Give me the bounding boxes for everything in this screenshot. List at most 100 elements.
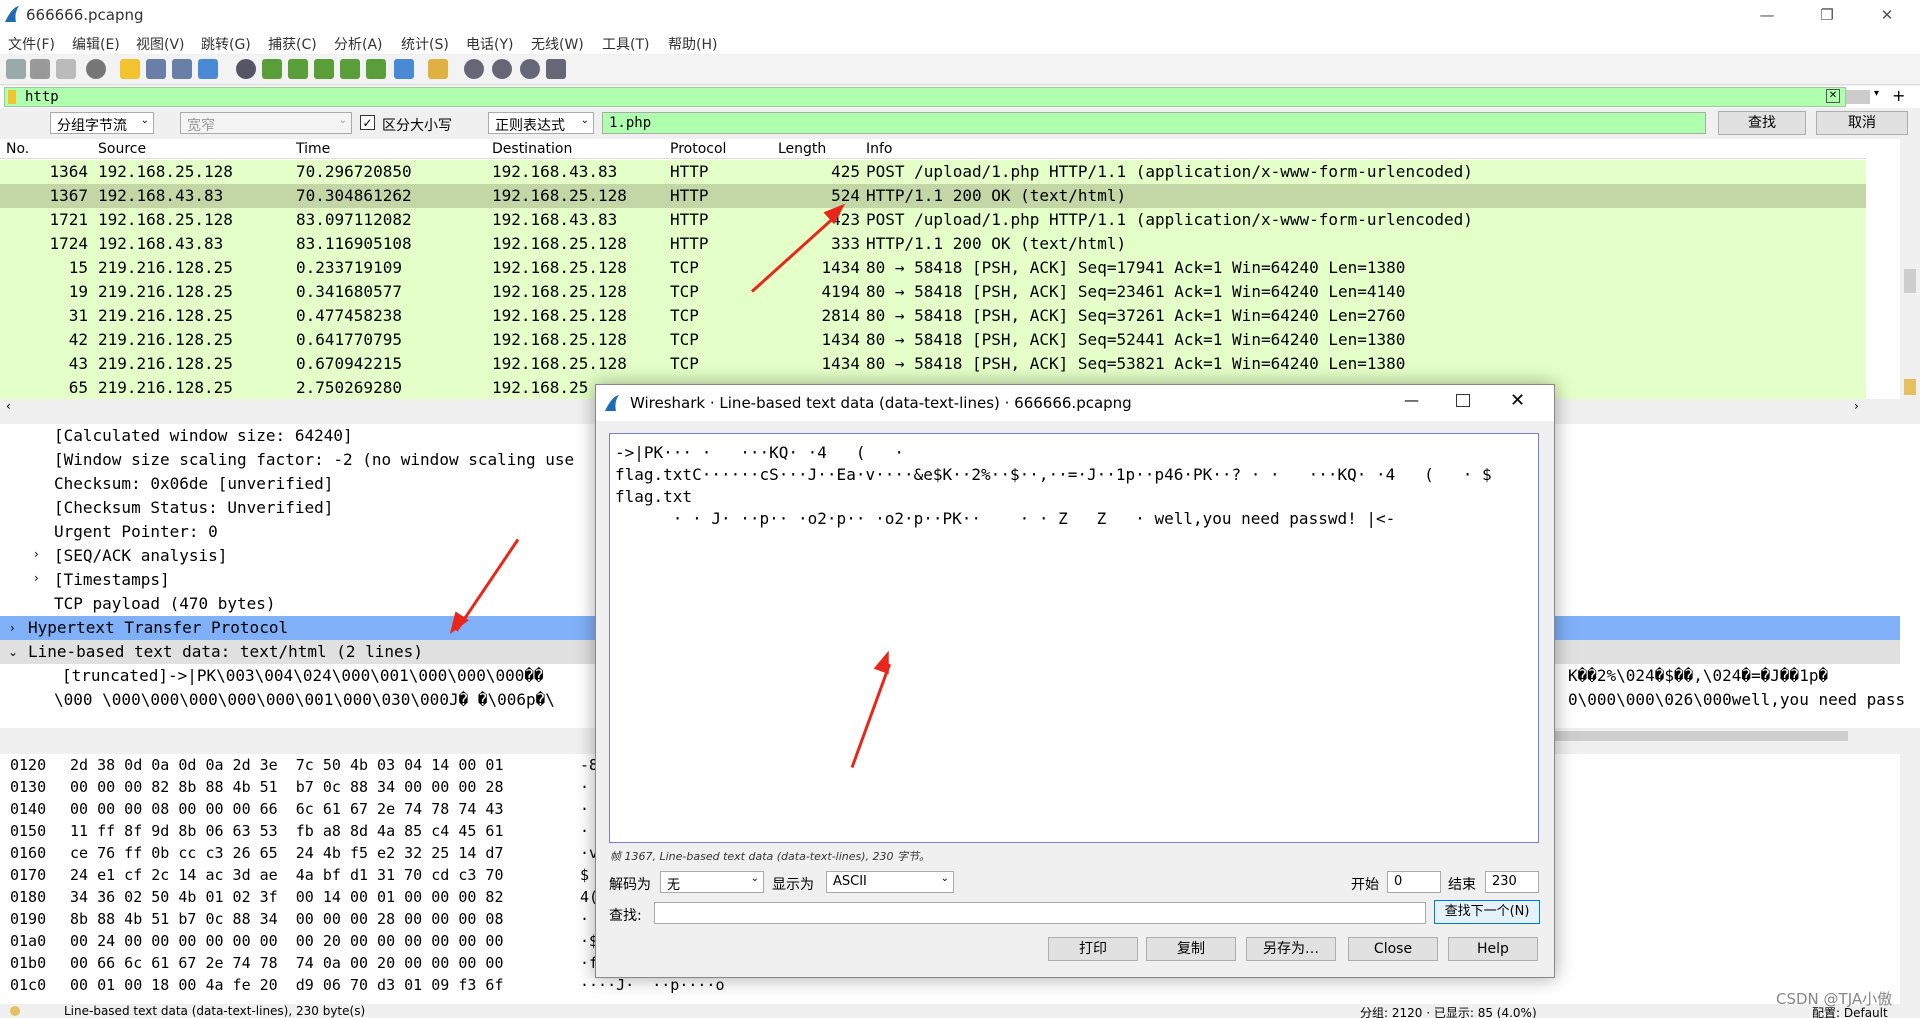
- find-input[interactable]: 1.php: [602, 112, 1706, 134]
- cancel-button[interactable]: 取消: [1816, 111, 1908, 135]
- menu-tools[interactable]: 工具(T): [602, 34, 649, 54]
- col-source[interactable]: Source: [98, 141, 146, 157]
- dialog-close-text-button[interactable]: Close: [1348, 937, 1438, 961]
- filter-dropdown-icon[interactable]: ▾: [1874, 88, 1879, 99]
- bytes-hex[interactable]: 2d 38 0d 0a 0d 0a 2d 3e 7c 50 4b 03 04 1…: [70, 756, 503, 774]
- bytes-hex[interactable]: 00 00 00 08 00 00 00 66 6c 61 67 2e 74 7…: [70, 800, 503, 818]
- packet-list-vscroll[interactable]: [1900, 139, 1920, 399]
- details-line[interactable]: [Calculated window size: 64240]: [54, 424, 353, 448]
- bookmark-icon[interactable]: [8, 90, 16, 104]
- colorize-icon[interactable]: [428, 59, 448, 79]
- packet-row[interactable]: 15 219.216.128.25 0.233719109 192.168.25.12…: [0, 256, 1866, 280]
- details-line[interactable]: Checksum: 0x06de [unverified]: [54, 472, 333, 496]
- packet-row[interactable]: 19 219.216.128.25 0.341680577 192.168.25.12…: [0, 280, 1866, 304]
- maximize-button[interactable]: ❐: [1804, 3, 1850, 27]
- expand-chevron-icon[interactable]: ›: [34, 547, 39, 561]
- bytes-asc[interactable]: $: [580, 866, 589, 884]
- find-next-button[interactable]: 查找下一个(N): [1434, 900, 1540, 924]
- col-destination[interactable]: Destination: [492, 141, 572, 157]
- stop-capture-icon[interactable]: [30, 59, 50, 79]
- resize-columns-icon[interactable]: [546, 59, 566, 79]
- add-filter-button[interactable]: +: [1892, 86, 1905, 105]
- details-line[interactable]: [SEQ/ACK analysis]: [54, 544, 227, 568]
- case-checkbox[interactable]: ✓: [360, 115, 375, 130]
- end-spinbox[interactable]: 230: [1485, 871, 1539, 893]
- bytes-asc[interactable]: ·: [580, 910, 589, 928]
- bytes-vscroll[interactable]: [1900, 754, 1920, 1004]
- packet-row[interactable]: 1367 192.168.43.83 70.304861262 192.168.25.…: [0, 184, 1866, 208]
- bytes-hex[interactable]: 00 01 00 18 00 4a fe 20 d9 06 70 d3 01 0…: [70, 976, 503, 994]
- menu-view[interactable]: 视图(V): [136, 34, 185, 54]
- display-filter-input[interactable]: http: [4, 87, 1846, 107]
- dialog-maximize-button[interactable]: [1456, 394, 1470, 407]
- menu-statistics[interactable]: 统计(S): [401, 34, 449, 54]
- details-line[interactable]: TCP payload (470 bytes): [54, 592, 276, 616]
- menu-wireless[interactable]: 无线(W): [531, 34, 584, 54]
- capture-options-icon[interactable]: [86, 59, 106, 79]
- autoscroll-icon[interactable]: [394, 59, 414, 79]
- col-length[interactable]: Length: [778, 141, 826, 157]
- menu-go[interactable]: 跳转(G): [201, 34, 251, 54]
- menu-analyze[interactable]: 分析(A): [334, 34, 383, 54]
- dialog-find-input[interactable]: [654, 902, 1426, 924]
- menu-help[interactable]: 帮助(H): [668, 34, 717, 54]
- col-protocol[interactable]: Protocol: [670, 141, 726, 157]
- forward-icon[interactable]: [288, 59, 308, 79]
- close-file-icon[interactable]: [172, 59, 192, 79]
- find-type-select[interactable]: 正则表达式 ⌄: [488, 112, 594, 134]
- copy-button[interactable]: 复制: [1146, 937, 1236, 961]
- details-line2-row[interactable]: \000 \000\000\000\000\000\001\000\030\00…: [54, 688, 555, 712]
- col-info[interactable]: Info: [866, 141, 893, 157]
- packet-row[interactable]: 42 219.216.128.25 0.641770795 192.168.25.12…: [0, 328, 1866, 352]
- bytes-asc[interactable]: ·: [580, 778, 589, 796]
- zoom-in-icon[interactable]: [464, 59, 484, 79]
- close-button[interactable]: ✕: [1864, 3, 1910, 27]
- bytes-hex[interactable]: 00 00 00 82 8b 88 4b 51 b7 0c 88 34 00 0…: [70, 778, 503, 796]
- menu-capture[interactable]: 捕获(C): [268, 34, 317, 54]
- save-file-icon[interactable]: [146, 59, 166, 79]
- find-button[interactable]: 查找: [1718, 111, 1806, 135]
- menu-edit[interactable]: 编辑(E): [72, 34, 120, 54]
- clear-filter-icon[interactable]: ✕: [1826, 89, 1840, 103]
- packet-row[interactable]: 1721 192.168.25.128 83.097112082 192.168.43…: [0, 208, 1866, 232]
- normal-size-icon[interactable]: [520, 59, 540, 79]
- details-line[interactable]: [Window size scaling factor: -2 (no wind…: [54, 448, 574, 472]
- bytes-hex[interactable]: 00 66 6c 61 67 2e 74 78 74 0a 00 20 00 0…: [70, 954, 503, 972]
- help-button[interactable]: Help: [1448, 937, 1538, 961]
- start-capture-icon[interactable]: [6, 59, 26, 79]
- print-button[interactable]: 打印: [1048, 937, 1138, 961]
- search-in-select[interactable]: 分组字节流 ⌄: [50, 112, 154, 134]
- find-packet-icon[interactable]: [236, 59, 256, 79]
- dialog-text-area[interactable]: ->|PK··· · ···KQ· ·4 ( · flag.txtC······…: [609, 433, 1539, 843]
- expand-chevron-icon[interactable]: ›: [34, 571, 39, 585]
- bytes-hex[interactable]: ce 76 ff 0b cc c3 26 65 24 4b f5 e2 32 2…: [70, 844, 503, 862]
- packet-row[interactable]: 43 219.216.128.25 0.670942215 192.168.25.12…: [0, 352, 1866, 376]
- bytes-hex[interactable]: 11 ff 8f 9d 8b 06 63 53 fb a8 8d 4a 85 c…: [70, 822, 503, 840]
- last-packet-icon[interactable]: [366, 59, 386, 79]
- back-icon[interactable]: [262, 59, 282, 79]
- col-no[interactable]: No.: [6, 141, 29, 157]
- zoom-out-icon[interactable]: [492, 59, 512, 79]
- dialog-close-button[interactable]: ✕: [1510, 390, 1525, 411]
- decode-select[interactable]: 无 ⌄: [660, 871, 764, 893]
- details-line[interactable]: [Checksum Status: Unverified]: [54, 496, 333, 520]
- minimize-button[interactable]: —: [1744, 3, 1790, 27]
- restart-capture-icon[interactable]: [56, 59, 76, 79]
- packet-row[interactable]: 1364 192.168.25.128 70.296720850 192.168.43…: [0, 160, 1866, 184]
- packet-row[interactable]: 1724 192.168.43.83 83.116905108 192.168.25.…: [0, 232, 1866, 256]
- menu-telephony[interactable]: 电话(Y): [466, 34, 513, 54]
- reload-icon[interactable]: [198, 59, 218, 79]
- details-line[interactable]: Urgent Pointer: 0: [54, 520, 218, 544]
- go-to-packet-icon[interactable]: [314, 59, 334, 79]
- details-truncated-row[interactable]: [truncated]->|PK\003\004\024\000\001\000…: [62, 664, 544, 688]
- open-file-icon[interactable]: [120, 59, 140, 79]
- dialog-minimize-button[interactable]: —: [1404, 391, 1419, 409]
- apply-filter-icon[interactable]: [1846, 90, 1870, 104]
- col-time[interactable]: Time: [296, 141, 330, 157]
- bytes-hex[interactable]: 8b 88 4b 51 b7 0c 88 34 00 00 00 28 00 0…: [70, 910, 503, 928]
- first-packet-icon[interactable]: [340, 59, 360, 79]
- bytes-asc[interactable]: ····J· ··p····o: [580, 976, 725, 994]
- details-line[interactable]: [Timestamps]: [54, 568, 170, 592]
- menu-file[interactable]: 文件(F): [8, 34, 55, 54]
- start-spinbox[interactable]: 0: [1387, 871, 1441, 893]
